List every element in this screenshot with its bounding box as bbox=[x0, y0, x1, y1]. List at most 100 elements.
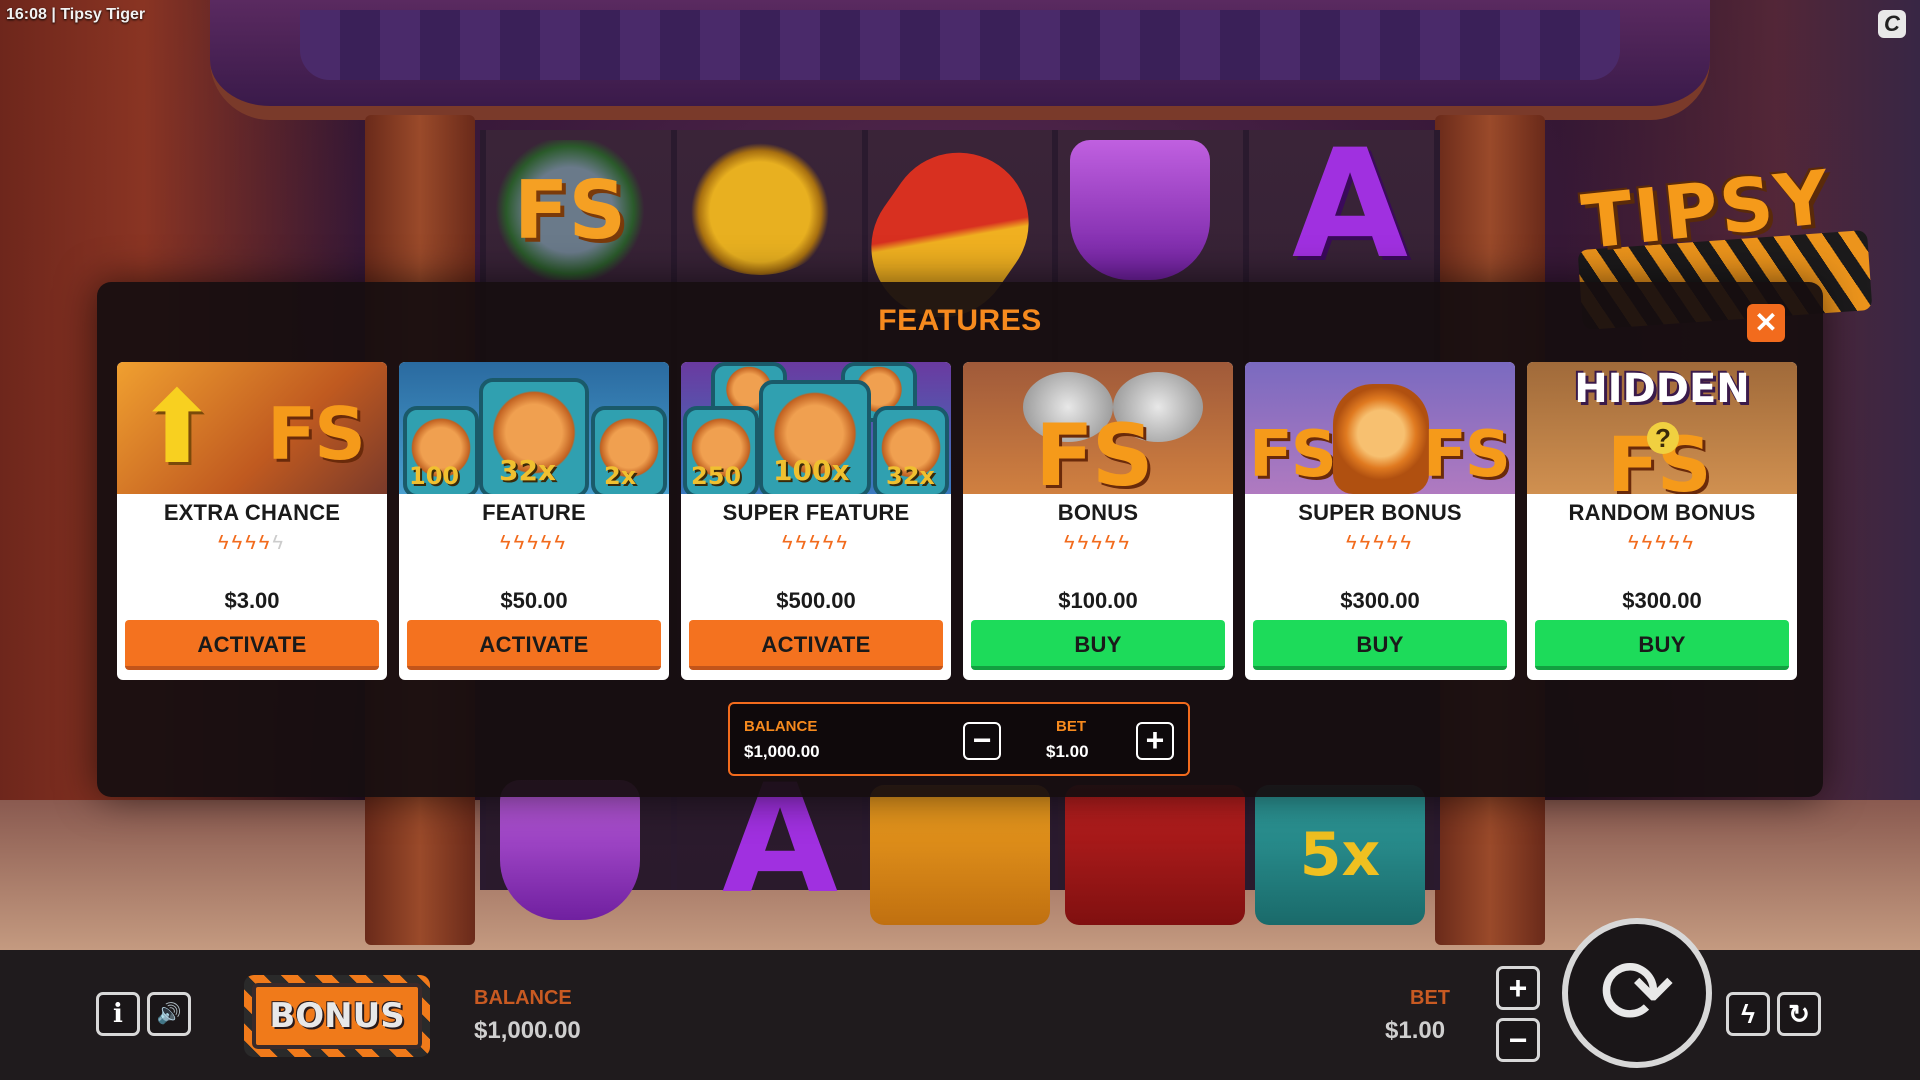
spin-button[interactable]: ⟳ bbox=[1562, 918, 1712, 1068]
bolt-icon: ϟ bbox=[1668, 532, 1683, 554]
bolt-icon: ϟ bbox=[822, 532, 837, 554]
symbol-free-spins: FS bbox=[490, 140, 650, 280]
up-arrow-icon: ⬆ bbox=[135, 369, 219, 486]
tiger-face-icon bbox=[1333, 384, 1429, 494]
feature-cards: ⬆ FS EXTRA CHANCE ϟϟϟϟϟ $3.00 ACTIVATE 1… bbox=[117, 362, 1797, 680]
bolt-icon: ϟ bbox=[245, 532, 259, 554]
feature-card-bonus: FS BONUS ϟϟϟϟϟ $100.00 BUY bbox=[963, 362, 1233, 680]
card-art-bonus: FS bbox=[963, 362, 1233, 494]
bolt-icon: ϟ bbox=[231, 532, 246, 554]
card-art-fs-text: FS bbox=[267, 392, 366, 476]
bolt-icon: ϟ bbox=[1400, 532, 1414, 554]
bolt-icon: ϟ bbox=[1077, 532, 1092, 554]
card-price: $50.00 bbox=[500, 588, 568, 613]
bolt-icon: ϟ bbox=[782, 532, 796, 554]
roof-tiles bbox=[300, 10, 1620, 80]
feature-card-feature: 100 32x 2x FEATURE ϟϟϟϟϟ $50.00 ACTIVATE bbox=[399, 362, 669, 680]
card-name: SUPER BONUS bbox=[1298, 500, 1462, 525]
symbol-purple-drink bbox=[1070, 140, 1210, 280]
activate-button[interactable]: ACTIVATE bbox=[125, 620, 379, 670]
bolt-icon: ϟ bbox=[1655, 532, 1669, 554]
card-name: FEATURE bbox=[482, 500, 586, 525]
bolt-icon: ϟ bbox=[500, 532, 514, 554]
close-icon[interactable]: ✕ bbox=[1747, 304, 1785, 342]
card-art-extra-chance: ⬆ FS bbox=[117, 362, 387, 494]
card-art-random-bonus: HIDDEN FS ? bbox=[1527, 362, 1797, 494]
activate-button[interactable]: ACTIVATE bbox=[407, 620, 661, 670]
bet-plus-button[interactable]: + bbox=[1496, 966, 1540, 1010]
info-icon[interactable]: i bbox=[96, 992, 140, 1036]
buy-button[interactable]: BUY bbox=[971, 620, 1225, 670]
volatility-bolts: ϟϟϟϟϟ bbox=[117, 532, 387, 556]
bolt-icon: ϟ bbox=[1359, 532, 1374, 554]
bolt-icon: ϟ bbox=[258, 532, 273, 554]
bolt-icon: ϟ bbox=[1386, 532, 1401, 554]
bet-label: BET bbox=[1410, 987, 1450, 1009]
autoplay-icon[interactable]: ↻ bbox=[1777, 992, 1821, 1036]
card-art-fs-text: FS bbox=[1249, 418, 1337, 492]
modal-title: FEATURES bbox=[878, 304, 1042, 337]
bolt-icon: ϟ bbox=[218, 532, 232, 554]
symbol-purple-drink-bottom bbox=[500, 780, 640, 920]
buy-button[interactable]: BUY bbox=[1535, 620, 1789, 670]
feature-card-super-bonus: FS FS SUPER BONUS ϟϟϟϟϟ $300.00 BUY bbox=[1245, 362, 1515, 680]
card-name: BONUS bbox=[1057, 500, 1139, 525]
hidden-banner: HIDDEN bbox=[1574, 366, 1750, 412]
bet-decrease-button[interactable]: − bbox=[963, 722, 1001, 760]
features-modal: FEATURES ✕ ⬆ FS EXTRA CHANCE ϟϟϟϟϟ $3.00… bbox=[97, 282, 1823, 797]
title-separator: | bbox=[51, 6, 56, 23]
buy-button[interactable]: BUY bbox=[1253, 620, 1507, 670]
card-price: $100.00 bbox=[1058, 588, 1138, 613]
bet-increase-button[interactable]: + bbox=[1136, 722, 1174, 760]
multiplier-text: 100x bbox=[773, 454, 850, 487]
bolt-icon: ϟ bbox=[554, 532, 568, 554]
card-art-fs-text: FS bbox=[1423, 418, 1511, 492]
turbo-icon[interactable]: ϟ bbox=[1726, 992, 1770, 1036]
modal-bet-panel: BALANCE $1,000.00 − BET $1.00 + bbox=[728, 702, 1190, 776]
balance-label: BALANCE bbox=[474, 987, 572, 1009]
activate-button[interactable]: ACTIVATE bbox=[689, 620, 943, 670]
bonus-button[interactable]: BONUS bbox=[244, 975, 430, 1057]
bolt-icon: ϟ bbox=[1104, 532, 1119, 554]
status-line: 16:08 | Tipsy Tiger bbox=[6, 6, 145, 24]
volatility-bolts: ϟϟϟϟϟ bbox=[1245, 532, 1515, 556]
card-art-feature: 100 32x 2x bbox=[399, 362, 669, 494]
card-art-super-feature: 250 100x 32x bbox=[681, 362, 951, 494]
volatility-bolts: ϟϟϟϟϟ bbox=[1527, 532, 1797, 556]
bolt-icon: ϟ bbox=[1346, 532, 1360, 554]
bolt-icon: ϟ bbox=[527, 532, 541, 554]
balance-value: $1,000.00 bbox=[474, 1017, 581, 1044]
multiplier-text: 2x bbox=[604, 462, 637, 490]
card-price: $300.00 bbox=[1340, 588, 1420, 613]
symbol-beer bbox=[870, 785, 1050, 925]
bolt-icon: ϟ bbox=[1373, 532, 1387, 554]
bolt-icon: ϟ bbox=[836, 532, 850, 554]
modal-balance-value: $1,000.00 bbox=[744, 742, 820, 761]
card-name: RANDOM BONUS bbox=[1568, 500, 1756, 525]
symbol-paw bbox=[680, 135, 840, 275]
card-art-fs-text: FS bbox=[1035, 406, 1154, 494]
symbol-letter-a: A bbox=[1291, 118, 1409, 292]
card-price: $3.00 bbox=[224, 588, 280, 613]
bolt-icon: ϟ bbox=[1118, 532, 1132, 554]
feature-card-random-bonus: HIDDEN FS ? RANDOM BONUS ϟϟϟϟϟ $300.00 B… bbox=[1527, 362, 1797, 680]
question-mark-icon: ? bbox=[1647, 422, 1679, 454]
modal-bet-label: BET bbox=[1056, 718, 1086, 735]
multiplier-text: 100 bbox=[409, 462, 460, 490]
multiplier-text: 32x bbox=[499, 454, 557, 487]
feature-card-extra-chance: ⬆ FS EXTRA CHANCE ϟϟϟϟϟ $3.00 ACTIVATE bbox=[117, 362, 387, 680]
bet-minus-button[interactable]: − bbox=[1496, 1018, 1540, 1062]
card-art-super-bonus: FS FS bbox=[1245, 362, 1515, 494]
bolt-icon: ϟ bbox=[795, 532, 810, 554]
game-title: Tipsy Tiger bbox=[60, 6, 146, 23]
volatility-bolts: ϟϟϟϟϟ bbox=[399, 532, 669, 556]
bolt-icon: ϟ bbox=[540, 532, 555, 554]
bolt-icon: ϟ bbox=[1064, 532, 1078, 554]
bolt-icon: ϟ bbox=[809, 532, 823, 554]
modal-balance-label: BALANCE bbox=[744, 718, 818, 735]
bolt-icon: ϟ bbox=[513, 532, 528, 554]
bolt-icon: ϟ bbox=[1682, 532, 1696, 554]
bolt-icon: ϟ bbox=[1628, 532, 1642, 554]
bet-value: $1.00 bbox=[1385, 1017, 1446, 1044]
sound-icon[interactable]: 🔊 bbox=[147, 992, 191, 1036]
